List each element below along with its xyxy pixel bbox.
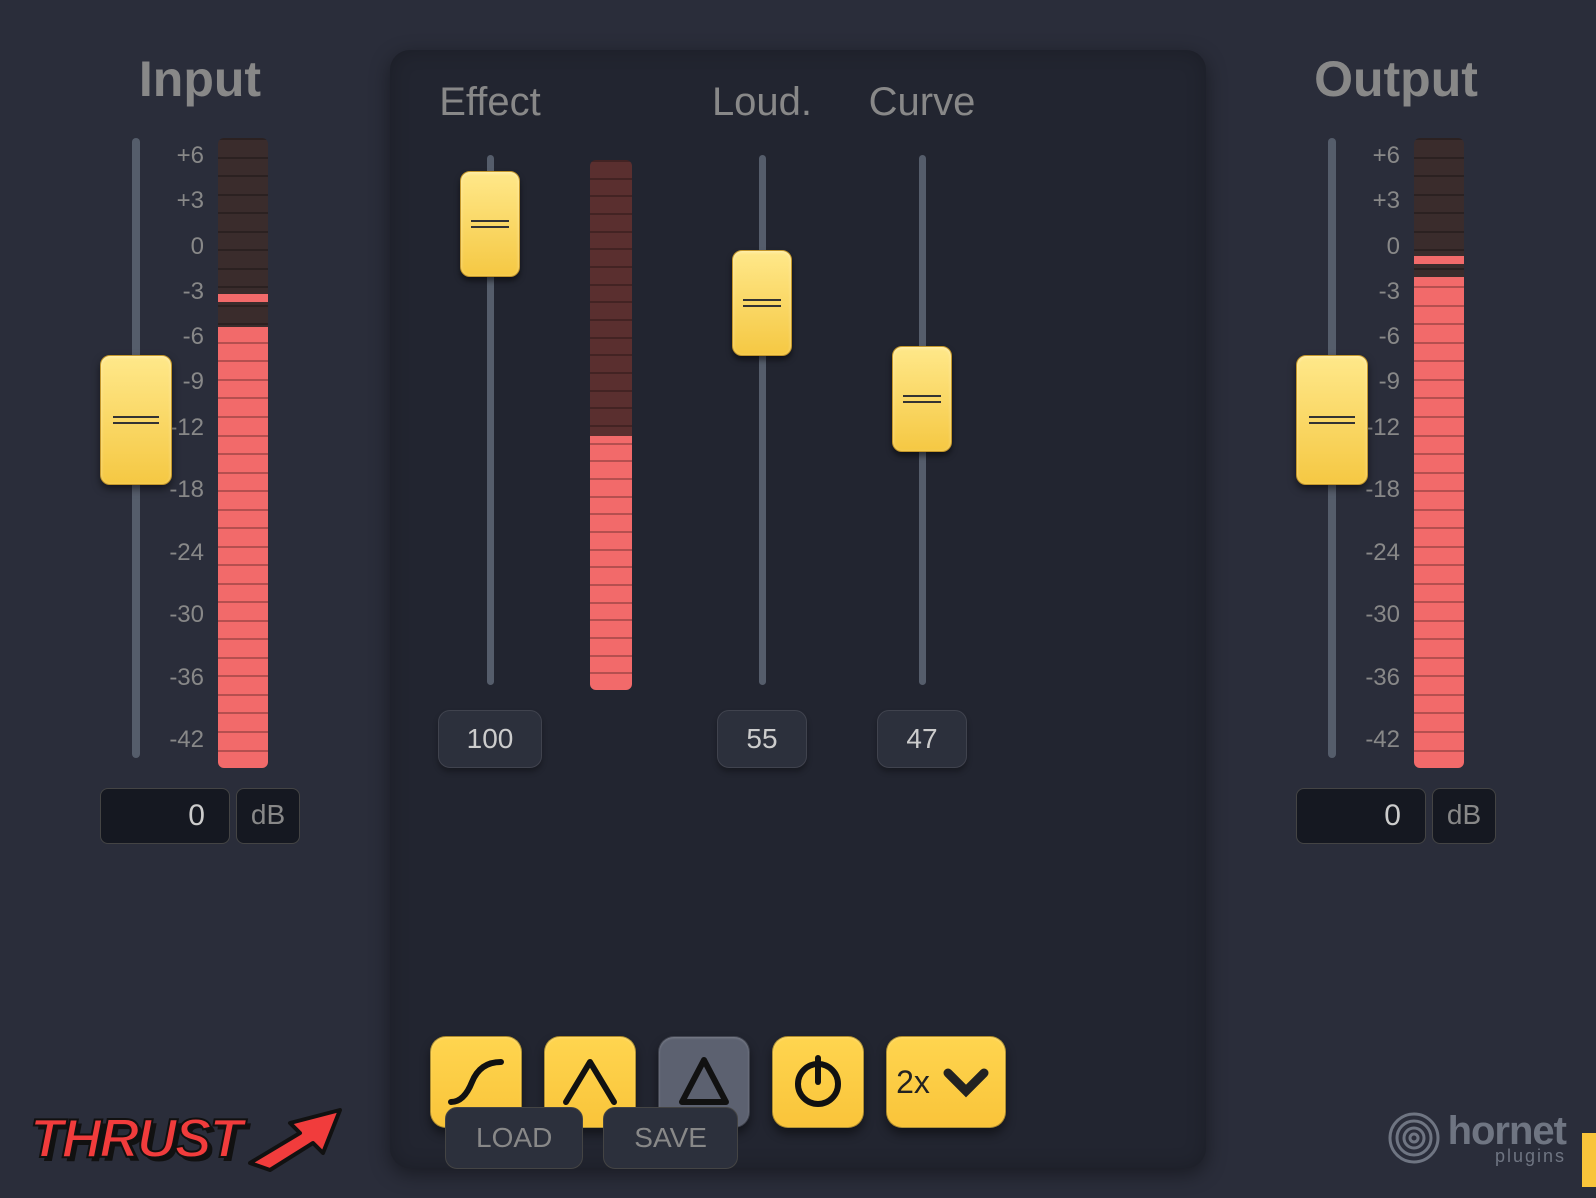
effect-value[interactable]: 100 (438, 710, 543, 768)
input-title: Input (139, 50, 261, 108)
curve-label: Curve (869, 80, 976, 125)
effect-label: Effect (439, 80, 541, 125)
curve-thumb[interactable] (892, 346, 952, 452)
product-logo: THRUST (30, 1098, 345, 1178)
output-title: Output (1314, 50, 1478, 108)
curve-column: Curve 47 (862, 80, 982, 768)
save-button[interactable]: SAVE (603, 1107, 738, 1169)
footer: THRUST LOAD SAVE hornet plugins (30, 1098, 1566, 1178)
effect-column: Effect 100 (430, 80, 550, 768)
input-gain-thumb[interactable] (100, 355, 172, 485)
brand-logo: hornet plugins (1386, 1109, 1566, 1167)
hornet-swirl-icon (1386, 1110, 1442, 1166)
gr-meter-wrap (590, 80, 632, 690)
corner-accent (1582, 1133, 1596, 1187)
effect-slider[interactable] (487, 155, 494, 685)
product-name: THRUST (30, 1106, 241, 1170)
output-unit: dB (1432, 788, 1496, 844)
loudness-value[interactable]: 55 (717, 710, 806, 768)
loudness-label: Loud. (712, 80, 812, 125)
preset-buttons: LOAD SAVE (445, 1107, 738, 1169)
center-panel: Effect 100 Loud. 55 Curve (390, 50, 1206, 1168)
effect-thumb[interactable] (460, 171, 520, 277)
thrust-arrow-icon (245, 1098, 345, 1178)
loudness-thumb[interactable] (732, 250, 792, 356)
load-button[interactable]: LOAD (445, 1107, 583, 1169)
output-gain-slider[interactable] (1328, 138, 1336, 758)
curve-value[interactable]: 47 (877, 710, 966, 768)
output-meter (1414, 138, 1464, 768)
loudness-slider[interactable] (759, 155, 766, 685)
gain-reduction-meter (590, 160, 632, 690)
curve-slider[interactable] (919, 155, 926, 685)
input-value[interactable]: 0 (100, 788, 230, 844)
input-unit: dB (236, 788, 300, 844)
loudness-column: Loud. 55 (702, 80, 822, 768)
output-value[interactable]: 0 (1296, 788, 1426, 844)
output-section: Output +6+3 0-3 -6-9 -12 -18 -24 -30 -36… (1236, 50, 1556, 1168)
output-gain-thumb[interactable] (1296, 355, 1368, 485)
oversample-value: 2x (896, 1064, 930, 1101)
input-section: Input +6+3 0-3 -6-9 -12 -18 -24 -30 -36 … (40, 50, 360, 1168)
input-meter (218, 138, 268, 768)
input-gain-slider[interactable] (132, 138, 140, 758)
